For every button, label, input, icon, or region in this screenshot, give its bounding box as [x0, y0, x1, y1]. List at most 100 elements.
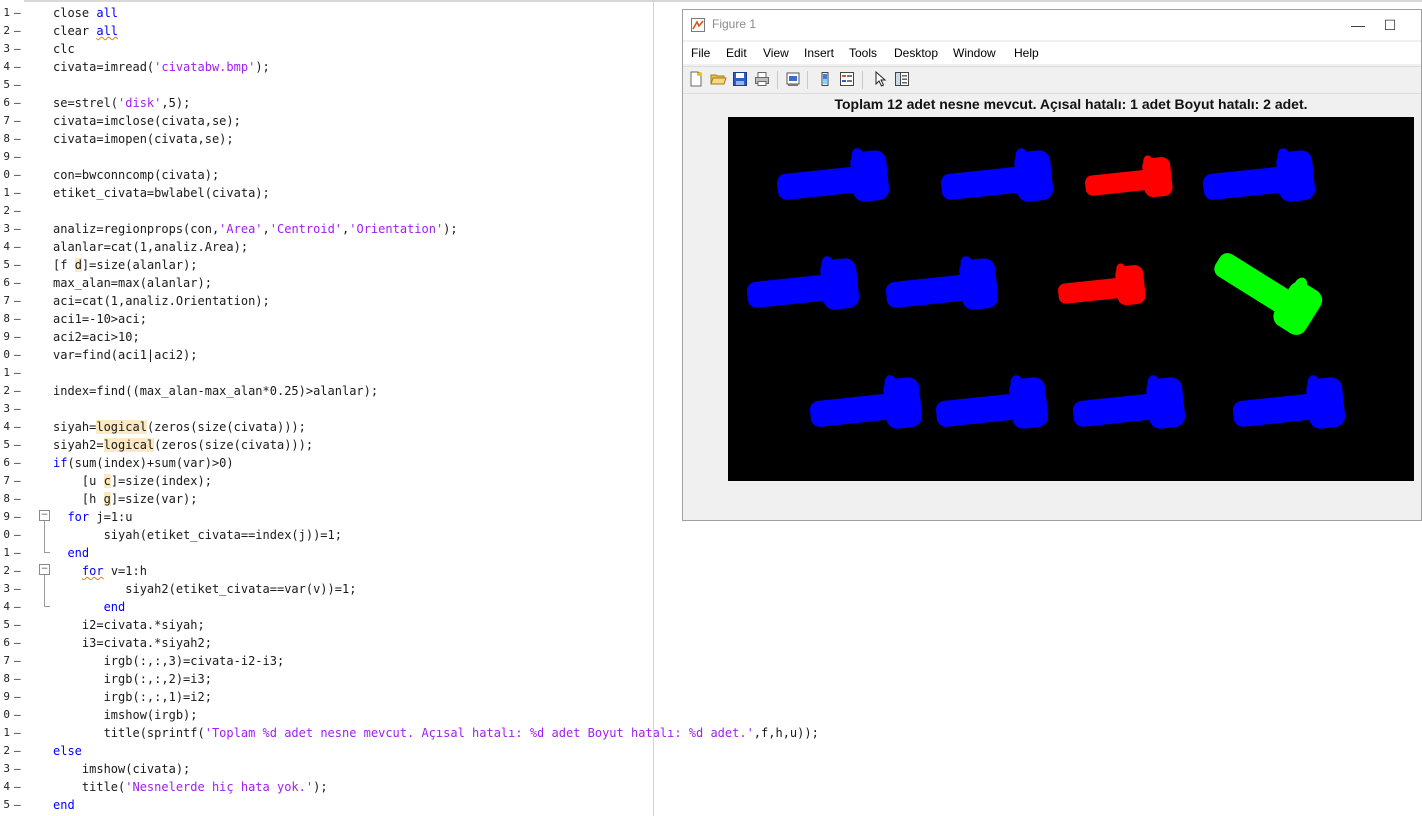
line-number: 1: [3, 186, 10, 199]
code-text: for v=1:h: [53, 562, 147, 580]
line-number: 3: [3, 402, 10, 415]
keyword: all: [96, 24, 119, 38]
code-text: alanlar=cat(1,analiz.Area);: [53, 238, 248, 256]
line-marker: –: [14, 780, 21, 793]
new-figure-icon[interactable]: [687, 70, 705, 88]
fold-toggle-for-j[interactable]: −: [39, 510, 50, 521]
save-icon[interactable]: [731, 70, 749, 88]
line-number: 1: [3, 366, 10, 379]
code-token: imshow(civata);: [53, 762, 191, 776]
code-text: civata=imclose(civata,se);: [53, 112, 241, 130]
line-number: 3: [3, 222, 10, 235]
code-text: siyah(etiket_civata==index(j))=1;: [53, 526, 342, 544]
code-token: siyah2(etiket_civata==var(v))=1;: [53, 582, 357, 596]
print-icon[interactable]: [753, 70, 771, 88]
line-marker: –: [14, 114, 21, 127]
line-number: 6: [3, 96, 10, 109]
code-token: aci=cat(1,analiz.Orientation);: [53, 294, 270, 308]
code-token: analiz=regionprops(con,: [53, 222, 220, 236]
menu-insert[interactable]: Insert: [804, 46, 834, 60]
code-text: clear all: [53, 22, 118, 40]
line-marker: –: [14, 798, 21, 811]
line-marker: –: [14, 474, 21, 487]
property-inspector-icon[interactable]: [893, 70, 911, 88]
line-number: 9: [3, 510, 10, 523]
minimize-button[interactable]: —: [1343, 14, 1373, 36]
open-file-icon[interactable]: [709, 70, 727, 88]
code-token: clear: [53, 24, 97, 38]
code-text: i2=civata.*siyah;: [53, 616, 205, 634]
bolt-object-ok: [885, 256, 999, 310]
maximize-button[interactable]: ☐: [1375, 14, 1405, 36]
bolt-object-size-error: [1085, 155, 1173, 198]
line-marker: –: [14, 618, 21, 631]
code-text: title(sprintf('Toplam %d adet nesne mevc…: [53, 724, 819, 742]
menu-view[interactable]: View: [763, 46, 789, 60]
line-number: 6: [3, 456, 10, 469]
code-token: ]=size(var);: [110, 492, 198, 506]
code-token: irgb(:,:,3)=civata-i2-i3;: [53, 654, 285, 668]
colorbar-icon[interactable]: [816, 70, 834, 88]
line-marker: –: [14, 222, 21, 235]
print-preview-icon[interactable]: [784, 70, 802, 88]
line-marker: –: [14, 708, 21, 721]
menu-desktop[interactable]: Desktop: [894, 46, 938, 60]
plot-image-area[interactable]: [728, 117, 1414, 481]
code-token: imshow(irgb);: [53, 708, 198, 722]
code-token: siyah(etiket_civata==index(j))=1;: [53, 528, 342, 542]
string-literal: 'Orientation': [349, 222, 444, 236]
line-marker: –: [14, 438, 21, 451]
code-text: end: [53, 796, 75, 814]
line-number: 8: [3, 672, 10, 685]
line-number: 0: [3, 348, 10, 361]
bolts-image: [746, 148, 1346, 429]
line-marker: –: [14, 492, 21, 505]
code-text: else: [53, 742, 82, 760]
menu-help[interactable]: Help: [1014, 46, 1039, 60]
highlighted-token: logical: [96, 420, 147, 434]
line-marker: –: [14, 78, 21, 91]
code-text: imshow(irgb);: [53, 706, 198, 724]
code-text: [f d]=size(alanlar);: [53, 256, 198, 274]
figure-window[interactable]: Figure 1 — ☐ File Edit View Insert Tools…: [682, 9, 1422, 521]
code-token: [u: [53, 474, 104, 488]
legend-icon[interactable]: [838, 70, 856, 88]
code-text: [u c]=size(index);: [53, 472, 212, 490]
code-token: aci1=-10>aci;: [53, 312, 147, 326]
keyword: if: [53, 456, 68, 470]
fold-line: [44, 521, 45, 552]
line-marker: –: [14, 510, 21, 523]
fold-line: [44, 575, 45, 606]
line-number: 9: [3, 690, 10, 703]
fold-toggle-for-v[interactable]: −: [39, 564, 50, 575]
menu-edit[interactable]: Edit: [726, 46, 747, 60]
code-token: );: [443, 222, 458, 236]
line-number: 2: [3, 564, 10, 577]
code-token: title(sprintf(: [53, 726, 205, 740]
plot-title: Toplam 12 adet nesne mevcut. Açısal hata…: [834, 96, 1308, 112]
code-token: i3=civata.*siyah2;: [53, 636, 212, 650]
code-token: ]=size(alanlar);: [81, 258, 198, 272]
figure-titlebar[interactable]: Figure 1 — ☐: [683, 10, 1421, 40]
string-literal: 'Nesnelerde hiç hata yok.': [125, 780, 314, 794]
select-arrow-icon[interactable]: [871, 70, 889, 88]
code-token: (zeros(size(civata)));: [154, 438, 314, 452]
menu-tools[interactable]: Tools: [849, 46, 877, 60]
line-marker: –: [14, 168, 21, 181]
code-token: siyah2=: [53, 438, 104, 452]
code-token: v=1:h: [103, 564, 147, 578]
toolbar-separator: [862, 71, 863, 89]
keyword: all: [96, 6, 119, 20]
line-marker: –: [14, 726, 21, 739]
code-text: irgb(:,:,1)=i2;: [53, 688, 212, 706]
code-text: civata=imread('civatabw.bmp');: [53, 58, 270, 76]
line-marker: –: [14, 420, 21, 433]
keyword: end: [103, 600, 126, 614]
code-token: etiket_civata=bwlabel(civata);: [53, 186, 270, 200]
code-token: alanlar=cat(1,analiz.Area);: [53, 240, 249, 254]
menu-window[interactable]: Window: [953, 46, 996, 60]
code-token: se=strel(: [53, 96, 119, 110]
menu-file[interactable]: File: [691, 46, 710, 60]
